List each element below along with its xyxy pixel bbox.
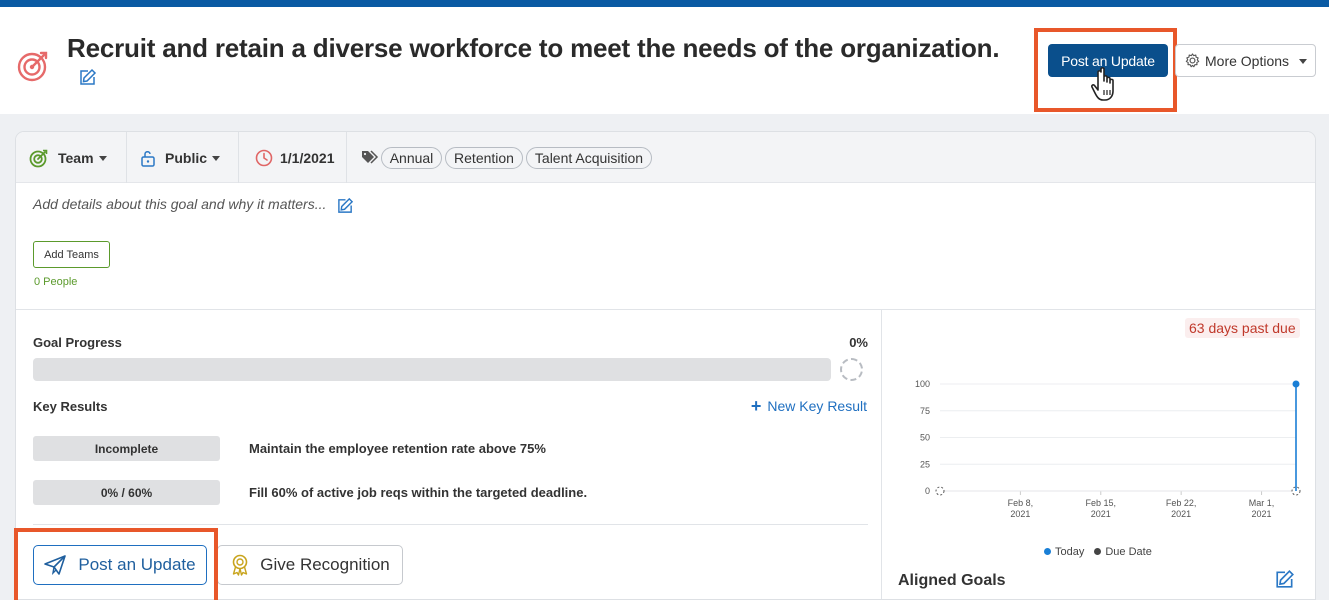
due-date-label: 1/1/2021: [280, 149, 335, 166]
plus-icon: +: [750, 396, 762, 416]
y-tick-label: 75: [920, 406, 930, 416]
gear-icon: [1185, 53, 1200, 68]
x-tick-label: Feb 8,: [1008, 498, 1034, 508]
meta-divider: [126, 132, 127, 183]
legend-today-label: Today: [1055, 546, 1085, 558]
tag-annual[interactable]: Annual: [381, 147, 442, 169]
key-result-title[interactable]: Fill 60% of active job reqs within the t…: [249, 485, 587, 500]
page-title: Recruit and retain a diverse workforce t…: [67, 33, 1000, 63]
past-due-badge: 63 days past due: [1185, 318, 1300, 338]
key-result-title[interactable]: Maintain the employee retention rate abo…: [249, 441, 546, 456]
x-tick-label: Feb 22,: [1166, 498, 1197, 508]
award-ribbon-icon: [232, 554, 248, 576]
y-tick-label: 0: [925, 486, 930, 496]
highlight-box-bottom: [14, 528, 218, 600]
legend-due-label: Due Date: [1105, 546, 1152, 558]
new-key-result-label: New Key Result: [767, 398, 867, 414]
new-key-result-button[interactable]: + New Key Result: [750, 396, 867, 416]
edit-details-icon[interactable]: [337, 197, 354, 214]
legend-dot-due-date: [1094, 548, 1102, 555]
tags-icon: [362, 150, 379, 164]
target-icon: [17, 51, 48, 82]
tag-retention[interactable]: Retention: [445, 147, 523, 169]
goal-details-placeholder[interactable]: Add details about this goal and why it m…: [33, 196, 326, 212]
x-tick-label: 2021: [1091, 509, 1111, 519]
pointer-hand-icon: [1091, 67, 1114, 101]
meta-divider: [238, 132, 239, 183]
chevron-down-icon: [98, 155, 107, 161]
goal-progress-label: Goal Progress: [33, 335, 122, 350]
legend-item-today[interactable]: Today: [1044, 546, 1084, 558]
x-tick-label: Feb 15,: [1086, 498, 1117, 508]
x-tick-label: 2021: [1010, 509, 1030, 519]
edit-title-icon[interactable]: [79, 68, 97, 86]
chevron-down-icon: [1299, 58, 1308, 64]
legend-item-due-date[interactable]: Due Date: [1094, 546, 1152, 558]
add-teams-button[interactable]: Add Teams: [33, 241, 110, 268]
edit-aligned-goals-icon[interactable]: [1275, 569, 1295, 589]
x-tick-label: 2021: [1252, 509, 1272, 519]
due-date-field[interactable]: 1/1/2021: [255, 132, 335, 183]
key-result-status-badge: Incomplete: [33, 436, 220, 461]
goal-progress-bar: [33, 358, 831, 381]
key-result-status-badge: 0% / 60%: [33, 480, 220, 505]
owner-type-dropdown[interactable]: Team: [29, 132, 107, 183]
x-tick-label: 2021: [1171, 509, 1191, 519]
due-date-point: [935, 486, 945, 496]
give-recognition-button[interactable]: Give Recognition: [217, 545, 403, 585]
aligned-goals-label: Aligned Goals: [898, 572, 1006, 589]
column-divider: [881, 310, 882, 599]
progress-chart: 0255075100Feb 8,2021Feb 15,2021Feb 22,20…: [915, 379, 1301, 519]
give-recognition-label: Give Recognition: [260, 555, 390, 574]
visibility-label: Public: [165, 149, 208, 166]
more-options-label: More Options: [1205, 52, 1290, 69]
goal-meta-bar: Team Public 1/1/2021 Annual Retention Ta…: [16, 132, 1315, 183]
top-accent-bar: [0, 0, 1329, 7]
legend-dot-today: [1044, 548, 1051, 555]
progress-status-icon[interactable]: [840, 358, 863, 381]
key-results-label: Key Results: [33, 399, 108, 414]
more-options-button[interactable]: More Options: [1175, 44, 1316, 77]
chart-legend: Today Due Date: [1044, 546, 1152, 558]
goal-progress-percent: 0%: [849, 335, 868, 350]
y-tick-label: 50: [920, 433, 930, 443]
meta-divider: [346, 132, 347, 183]
chevron-down-icon: [212, 155, 221, 161]
clock-icon: [255, 149, 273, 166]
today-point: [1292, 380, 1300, 388]
y-tick-label: 100: [915, 379, 930, 389]
actions-divider: [33, 524, 868, 525]
unlock-icon: [141, 150, 155, 167]
tag-talent-acquisition[interactable]: Talent Acquisition: [526, 147, 652, 169]
target-icon: [29, 149, 48, 167]
x-tick-label: Mar 1,: [1249, 498, 1275, 508]
section-divider: [16, 309, 1315, 310]
visibility-dropdown[interactable]: Public: [140, 132, 221, 183]
owner-type-label: Team: [58, 149, 94, 166]
y-tick-label: 25: [920, 459, 930, 469]
people-count[interactable]: 0 People: [34, 276, 77, 288]
